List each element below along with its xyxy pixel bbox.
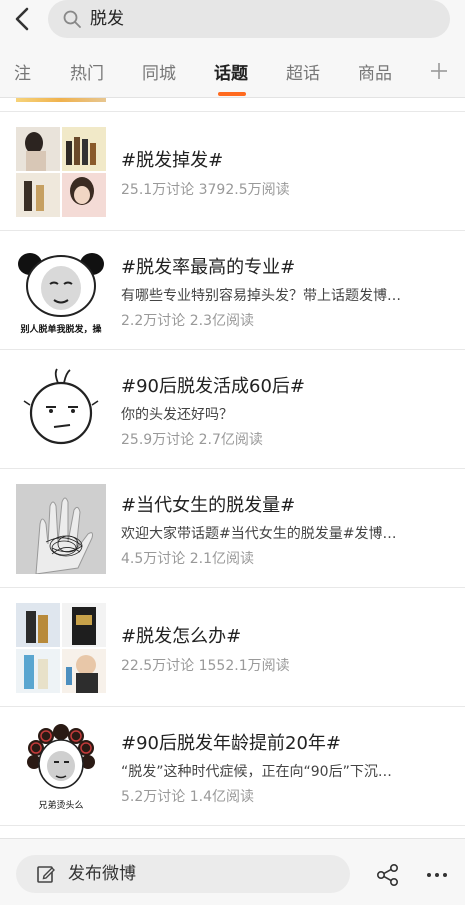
bottom-bar: 发布微博 xyxy=(0,838,465,905)
share-icon[interactable] xyxy=(376,863,400,887)
compose-button[interactable]: 发布微博 xyxy=(16,855,350,893)
topic-stats: 4.5万讨论 2.1亿阅读 xyxy=(121,551,254,567)
thumbnail-caption: 别人脱单我脱发，操 xyxy=(19,323,102,335)
tab-super-topics[interactable]: 超话 xyxy=(286,62,320,86)
compose-label: 发布微博 xyxy=(68,864,136,884)
tab-topics[interactable]: 话题 xyxy=(214,62,248,86)
tab-products[interactable]: 商品 xyxy=(358,62,392,86)
topic-stats: 25.9万讨论 2.7亿阅读 xyxy=(121,432,263,448)
tab-local[interactable]: 同城 xyxy=(142,62,176,86)
topic-item[interactable]: #当代女生的脱发量# 欢迎大家带话题#当代女生的脱发量#发博… 4.5万讨论 2… xyxy=(0,469,465,588)
topic-title: #脱发怎么办# xyxy=(121,626,242,647)
topic-item[interactable]: #90后脱发活成60后# 你的头发还好吗？ 25.9万讨论 2.7亿阅读 xyxy=(0,350,465,469)
topic-thumbnail: 别人脱单我脱发，操 xyxy=(16,246,106,336)
topic-thumbnail xyxy=(16,127,106,217)
topic-description: 欢迎大家带话题#当代女生的脱发量#发博… xyxy=(121,526,397,542)
topic-description: “脱发”这种时代症候，正在向“90后”下沉… xyxy=(121,764,392,780)
search-input[interactable]: 脱发 xyxy=(48,0,450,38)
search-icon xyxy=(62,9,82,29)
topic-title: #90后脱发活成60后# xyxy=(121,376,305,397)
topic-thumbnail xyxy=(16,484,106,574)
topic-title: #脱发率最高的专业# xyxy=(121,257,296,278)
search-query: 脱发 xyxy=(90,9,124,29)
list-item-partial[interactable] xyxy=(0,98,465,112)
top-bar: 脱发 xyxy=(0,0,465,44)
topic-title: #当代女生的脱发量# xyxy=(121,495,296,516)
back-arrow-icon[interactable] xyxy=(8,4,38,34)
topic-stats: 25.1万讨论 3792.5万阅读 xyxy=(121,182,290,198)
add-tab-icon[interactable] xyxy=(428,60,450,82)
topic-title: #90后脱发年龄提前20年# xyxy=(121,733,341,754)
active-tab-indicator xyxy=(218,92,246,96)
tab-hot[interactable]: 热门 xyxy=(70,62,104,86)
more-icon[interactable] xyxy=(426,865,448,885)
thumbnail-caption: 兄弟烫头么 xyxy=(38,799,83,811)
topic-thumbnail: 兄弟烫头么 xyxy=(16,722,106,812)
topic-item[interactable]: 兄弟烫头么 #90后脱发年龄提前20年# “脱发”这种时代症候，正在向“90后”… xyxy=(0,707,465,826)
topic-description: 有哪些专业特别容易掉头发？带上话题发博… xyxy=(121,288,401,304)
topic-thumbnail xyxy=(16,603,106,693)
topic-thumbnail xyxy=(16,365,106,455)
tab-following[interactable]: 注 xyxy=(14,62,31,86)
tab-bar: 注 热门 同城 话题 超话 商品 xyxy=(0,44,465,98)
topic-stats: 2.2万讨论 2.3亿阅读 xyxy=(121,313,254,329)
topic-description: 你的头发还好吗？ xyxy=(121,407,233,423)
topic-list: #脱发掉发# 25.1万讨论 3792.5万阅读 别人脱单我脱发，操 #脱发率最… xyxy=(0,98,465,838)
topic-item[interactable]: #脱发怎么办# 22.5万讨论 1552.1万阅读 xyxy=(0,588,465,707)
topic-stats: 22.5万讨论 1552.1万阅读 xyxy=(121,658,290,674)
topic-title: #脱发掉发# xyxy=(121,150,224,171)
topic-stats: 5.2万讨论 1.4亿阅读 xyxy=(121,789,254,805)
topic-thumbnail xyxy=(16,98,106,102)
pen-icon xyxy=(36,864,56,884)
topic-item[interactable]: #脱发掉发# 25.1万讨论 3792.5万阅读 xyxy=(0,112,465,231)
topic-item[interactable]: 别人脱单我脱发，操 #脱发率最高的专业# 有哪些专业特别容易掉头发？带上话题发博… xyxy=(0,231,465,350)
